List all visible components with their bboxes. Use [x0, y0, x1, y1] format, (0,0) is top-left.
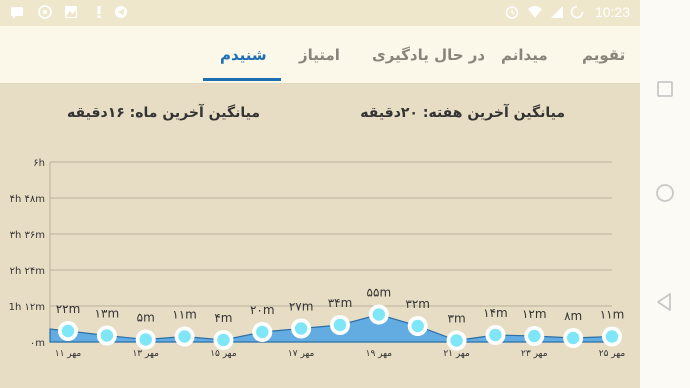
data-point [292, 319, 310, 338]
back-icon[interactable] [655, 292, 675, 312]
wifi-icon [528, 6, 542, 18]
data-point [370, 305, 388, 324]
y-tick-label: ۰m [30, 338, 45, 349]
data-label: ۱۲m [522, 307, 547, 321]
y-tick-label: ۴h ۴۸m [10, 194, 45, 205]
x-tick-label: ۲۵ مهر [599, 349, 626, 359]
recent-apps-icon[interactable] [656, 80, 674, 98]
y-tick-label: ۳h ۳۶m [10, 230, 45, 241]
data-point [98, 326, 116, 345]
tab-learning[interactable]: در حال یادگیری [372, 46, 485, 64]
home-icon[interactable] [655, 183, 675, 203]
data-label: ۱۱m [600, 308, 625, 322]
data-point [564, 329, 582, 347]
tab-know[interactable]: میدانم [501, 46, 548, 64]
y-tick-label: ۶h [33, 158, 45, 169]
data-label: ۴m [214, 311, 232, 325]
data-label: ۵m [137, 311, 155, 325]
data-label: ۱۴m [483, 306, 508, 320]
x-tick-label: ۱۳ مهر [132, 349, 159, 359]
data-point [175, 327, 194, 346]
exclamation-icon [97, 6, 101, 18]
active-tab-indicator [203, 78, 281, 81]
alarm-icon [505, 6, 519, 19]
gallery-icon [65, 6, 77, 18]
signal-icon [551, 6, 563, 18]
x-tick-label: ۱۵ مهر [210, 349, 237, 359]
data-label: ۲۰m [250, 303, 275, 317]
data-label: ۲۲m [56, 302, 81, 316]
tab-bar: تقویم میدانم در حال یادگیری امتیاز شنیدم [0, 26, 640, 84]
status-bar: 10:23 [0, 0, 640, 26]
data-label: ۱۱m [172, 308, 197, 322]
tab-heard[interactable]: شنیدم [220, 46, 267, 64]
tab-score[interactable]: امتیاز [299, 46, 340, 64]
whatsapp-icon [38, 5, 52, 19]
y-tick-label: ۲h ۲۴m [10, 266, 45, 277]
x-tick-label: ۱۱ مهر [55, 349, 82, 359]
week-average-label: میانگین آخرین هفته: ۲۰دقیقه [360, 105, 565, 121]
data-label: ۸m [564, 309, 582, 323]
telegram-icon [115, 6, 127, 18]
status-clock: 10:23 [594, 4, 630, 20]
data-point [603, 327, 621, 346]
battery-icon [570, 5, 584, 19]
x-tick-label: ۱۹ مهر [366, 349, 393, 359]
data-point [136, 330, 155, 349]
data-point [331, 316, 349, 334]
tab-calendar[interactable]: تقویم [582, 46, 625, 64]
month-average-label: میانگین آخرین ماه: ۱۶دقیقه [67, 105, 260, 121]
data-label: ۲۷m [289, 300, 314, 314]
data-label: ۳m [448, 312, 466, 326]
data-point [525, 327, 544, 345]
data-point [214, 331, 233, 349]
listening-chart: ۰m 1h ۱۲m ۲h ۲۴m ۳h ۳۶m ۴h ۴۸m ۶h ۲۲m ۱۳m ۵m ۱۱m… [9, 158, 626, 359]
x-tick-label: ۲۳ مهر [521, 349, 548, 359]
navigation-bar [640, 0, 690, 388]
chart-x-axis: ۱۱ مهر ۱۳ مهر ۱۵ مهر ۱۷ مهر ۱۹ مهر ۲۱ مهر ۲۳ م… [55, 349, 626, 359]
data-label: ۵۵m [367, 286, 392, 300]
data-point [486, 326, 505, 344]
data-point [253, 323, 272, 341]
data-label: ۳۲m [405, 297, 430, 311]
data-point [408, 317, 427, 335]
message-icon [11, 7, 23, 19]
x-tick-label: ۲۱ مهر [443, 349, 470, 359]
data-point [59, 322, 77, 340]
y-tick-label: 1h ۱۲m [9, 302, 45, 313]
data-point [447, 331, 466, 350]
data-label: ۳۴m [328, 296, 353, 310]
x-tick-label: ۱۷ مهر [288, 349, 315, 359]
data-label: ۱۳m [95, 307, 120, 321]
